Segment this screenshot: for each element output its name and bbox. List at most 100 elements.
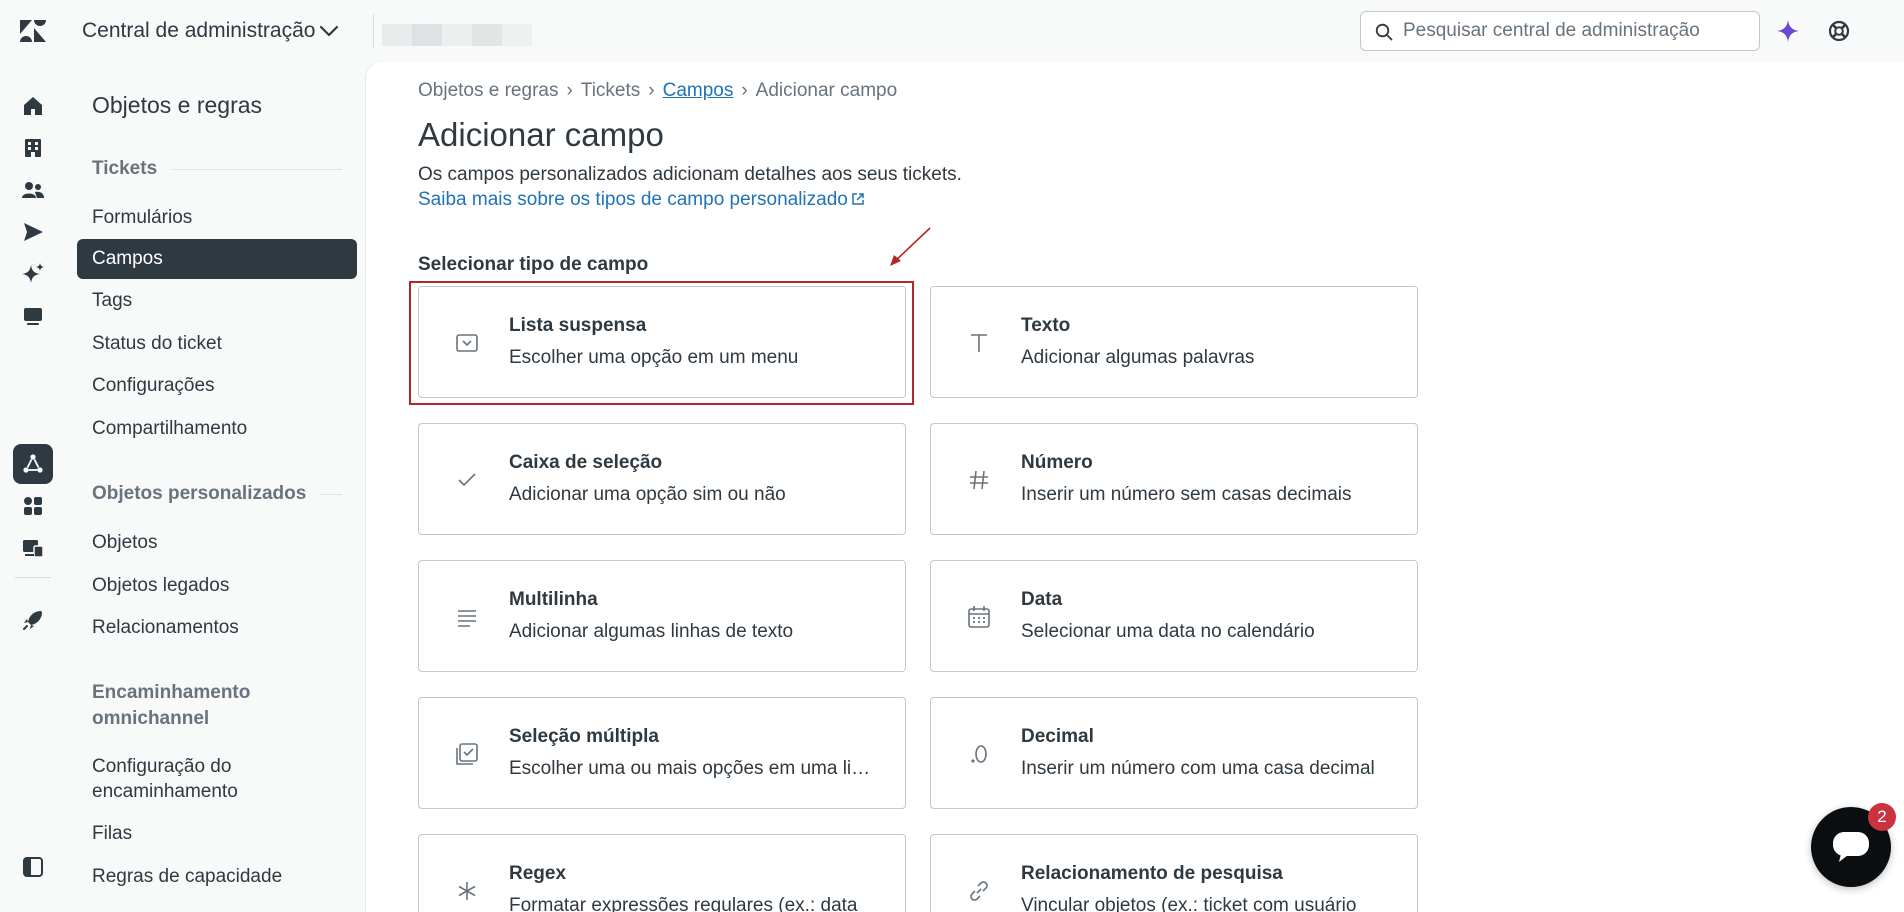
checkmark-icon [458, 473, 476, 487]
product-rail [0, 62, 66, 912]
asterisk-icon [458, 882, 476, 900]
redacted-account-name [382, 24, 532, 46]
breadcrumb-separator-icon: › [741, 80, 748, 101]
rail-workspaces[interactable] [13, 296, 53, 336]
nav-item-fields[interactable]: Campos [77, 239, 357, 279]
multiselect-icon [456, 743, 478, 765]
nav-item-relationships[interactable]: Relacionamentos [77, 608, 357, 648]
section-heading-tickets: Tickets [92, 158, 342, 180]
field-type-card-text[interactable]: Texto Adicionar algumas palavras [930, 286, 1418, 398]
ai-sparkle-icon[interactable] [1776, 19, 1800, 43]
people-icon [22, 182, 44, 198]
section-heading-custom-objects: Objetos personalizados [92, 483, 342, 505]
workspace-icon [23, 540, 44, 558]
nav-item-settings[interactable]: Configurações [77, 366, 357, 406]
card-subtitle: Vincular objetos (ex.: ticket com usuári… [1021, 895, 1357, 912]
nav-item-queues[interactable]: Filas [77, 814, 357, 854]
panel-collapse-icon[interactable] [22, 856, 44, 878]
card-title: Caixa de seleção [509, 452, 663, 473]
rail-getting-started[interactable] [13, 600, 53, 640]
breadcrumb-item-objects-rules[interactable]: Objetos e regras [418, 80, 558, 102]
chevron-down-icon[interactable] [318, 22, 340, 40]
external-link-icon [852, 193, 864, 205]
card-title: Decimal [1021, 726, 1094, 747]
breadcrumb-item-tickets[interactable]: Tickets [581, 80, 640, 102]
apps-icon [24, 497, 42, 515]
field-type-card-date[interactable]: Data Selecionar uma data no calendário [930, 560, 1418, 672]
field-type-card-decimal[interactable]: Decimal Inserir um número com uma casa d… [930, 697, 1418, 809]
app-title[interactable]: Central de administração [82, 19, 315, 43]
rail-people[interactable] [13, 170, 53, 210]
header-divider [373, 14, 374, 48]
field-type-card-multiline[interactable]: Multilinha Adicionar algumas linhas de t… [418, 560, 906, 672]
search-box[interactable] [1360, 11, 1760, 51]
link-icon [970, 881, 988, 901]
card-subtitle: Escolher uma ou mais opções em uma li… [509, 758, 871, 779]
lines-icon [458, 610, 476, 627]
nav-item-objects[interactable]: Objetos [77, 523, 357, 563]
chat-bubble-icon [1833, 832, 1869, 862]
card-title: Texto [1021, 315, 1071, 336]
rail-divider [15, 577, 51, 578]
search-icon [1375, 23, 1393, 41]
scrollbar[interactable] [1896, 62, 1904, 912]
nav-item-routing-config[interactable]: Configuração do encaminhamento [77, 754, 277, 806]
field-type-card-multiselect[interactable]: Seleção múltipla Escolher uma ou mais op… [418, 697, 906, 809]
card-title: Número [1021, 452, 1093, 473]
chat-unread-badge: 2 [1868, 803, 1896, 831]
rail-home[interactable] [13, 86, 53, 126]
card-subtitle: Escolher uma opção em um menu [509, 347, 799, 368]
rail-apps[interactable] [13, 486, 53, 526]
objects-rules-icon [23, 454, 43, 473]
rail-account[interactable] [13, 128, 53, 168]
card-subtitle: Formatar expressões regulares (ex.: data [509, 895, 858, 912]
building-icon [25, 139, 41, 157]
main-content: Objetos e regras › Tickets › Campos › Ad… [366, 62, 1904, 912]
card-title: Relacionamento de pesquisa [1021, 863, 1283, 884]
rail-channels[interactable] [13, 212, 53, 252]
field-type-card-regex[interactable]: Regex Formatar expressões regulares (ex.… [418, 834, 906, 912]
top-header: Central de administração [0, 0, 1904, 62]
subnav-title: Objetos e regras [92, 92, 263, 118]
card-subtitle: Adicionar algumas linhas de texto [509, 621, 794, 642]
nav-item-capacity-rules[interactable]: Regras de capacidade [77, 857, 357, 897]
card-subtitle: Selecionar uma data no calendário [1021, 621, 1315, 642]
card-subtitle: Inserir um número sem casas decimais [1021, 484, 1352, 505]
sparkle-icon [22, 263, 44, 283]
rail-objects-rules[interactable] [13, 444, 53, 484]
help-lifebuoy-icon[interactable] [1828, 20, 1850, 42]
breadcrumb-link-fields[interactable]: Campos [663, 80, 734, 102]
nav-item-tags[interactable]: Tags [77, 281, 357, 321]
dropdown-icon [456, 334, 478, 352]
card-title: Seleção múltipla [509, 726, 659, 747]
nav-item-ticket-status[interactable]: Status do ticket [77, 324, 357, 364]
card-title: Regex [509, 863, 567, 884]
hash-icon [970, 470, 988, 490]
field-type-card-dropdown[interactable]: Lista suspensa Escolher uma opção em um … [418, 286, 906, 398]
rail-workspace[interactable] [13, 528, 53, 568]
card-subtitle: Adicionar algumas palavras [1021, 347, 1255, 368]
field-type-section-label: Selecionar tipo de campo [418, 254, 649, 275]
nav-item-forms[interactable]: Formulários [77, 198, 357, 238]
nav-item-sharing[interactable]: Compartilhamento [77, 409, 357, 449]
field-type-card-lookup-relationship[interactable]: Relacionamento de pesquisa Vincular obje… [930, 834, 1418, 912]
chat-icon [24, 308, 42, 325]
nav-item-legacy-objects[interactable]: Objetos legados [77, 566, 357, 606]
field-type-card-number[interactable]: Número Inserir um número sem casas decim… [930, 423, 1418, 535]
breadcrumb-separator-icon: › [566, 80, 573, 101]
decimal-icon [971, 745, 987, 763]
search-input[interactable] [1403, 20, 1743, 42]
annotation-arrow-icon [890, 227, 931, 266]
section-heading-omnichannel-routing: Encaminhamento omnichannel [92, 682, 251, 729]
rail-ai[interactable] [13, 254, 53, 294]
send-icon [24, 223, 43, 241]
breadcrumb-separator-icon: › [648, 80, 655, 101]
card-title: Multilinha [509, 589, 598, 610]
card-title: Lista suspensa [509, 315, 647, 336]
learn-more-link[interactable]: Saiba mais sobre os tipos de campo perso… [418, 189, 865, 210]
card-title: Data [1021, 589, 1063, 610]
home-icon [24, 97, 42, 115]
field-type-card-checkbox[interactable]: Caixa de seleção Adicionar uma opção sim… [418, 423, 906, 535]
zendesk-logo-icon[interactable] [18, 18, 48, 44]
rocket-icon [23, 611, 42, 630]
